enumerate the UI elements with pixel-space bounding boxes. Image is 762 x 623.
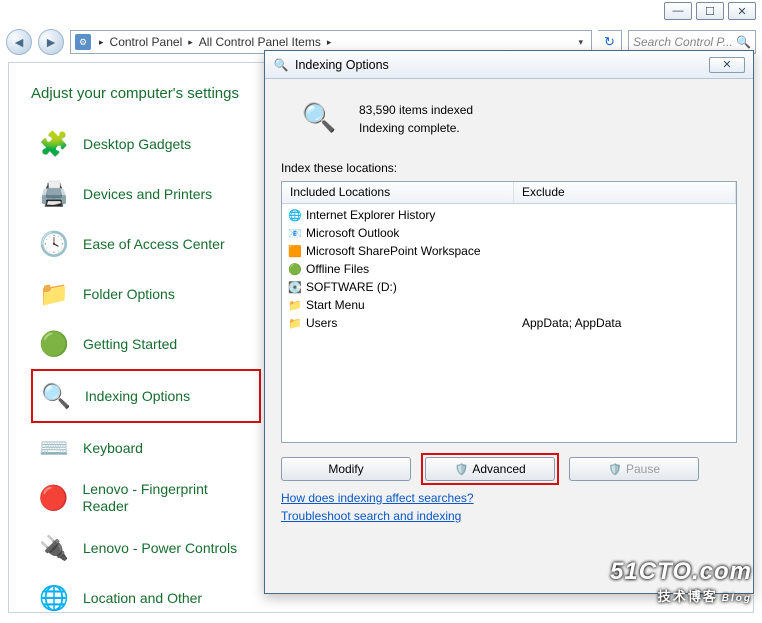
locations-list: Included Locations Exclude 🌐 Internet Exp… [281, 181, 737, 443]
cp-item-label: Desktop Gadgets [83, 136, 191, 153]
status-row: 🔍 83,590 items indexed Indexing complete… [297, 99, 737, 139]
cp-item-label: Folder Options [83, 286, 175, 303]
outlook-icon: 📧 [288, 226, 302, 240]
control-panel-item-list: 🧩 Desktop Gadgets 🖨️ Devices and Printer… [31, 119, 261, 623]
power-icon: 🔌 [37, 531, 71, 565]
loc-name: Start Menu [306, 298, 365, 312]
location-row[interactable]: 💽 SOFTWARE (D:) [282, 278, 736, 296]
location-row[interactable]: 🟧 Microsoft SharePoint Workspace [282, 242, 736, 260]
start-icon: 🟢 [37, 327, 71, 361]
maximize-button[interactable]: ☐ [696, 2, 724, 20]
modify-button[interactable]: Modify [281, 457, 411, 481]
breadcrumb-seg-2[interactable]: All Control Panel Items [195, 35, 325, 49]
dialog-title-text: Indexing Options [295, 58, 389, 72]
fingerprint-icon: 🔴 [37, 481, 71, 515]
breadcrumb-sep: ▸ [97, 37, 106, 48]
dialog-icon: 🔍 [273, 57, 289, 73]
folder-icon: 📁 [37, 277, 71, 311]
folder-icon: 📁 [288, 298, 302, 312]
cp-item-label: Getting Started [83, 336, 177, 353]
advanced-button[interactable]: 🛡️ Advanced [425, 457, 555, 481]
loc-name: Microsoft SharePoint Workspace [306, 244, 481, 258]
cp-item-devices-printers[interactable]: 🖨️ Devices and Printers [31, 169, 261, 219]
uac-shield-icon: 🛡️ [608, 462, 622, 476]
cp-item-label: Ease of Access Center [83, 236, 225, 253]
col-exclude[interactable]: Exclude [514, 182, 736, 203]
cp-item-indexing-options[interactable]: 🔍 Indexing Options [31, 369, 261, 423]
loc-name: Users [306, 316, 337, 330]
search-placeholder: Search Control P... [633, 35, 733, 49]
advanced-label: Advanced [472, 462, 525, 476]
location-row[interactable]: 🟢 Offline Files [282, 260, 736, 278]
loc-name: SOFTWARE (D:) [306, 280, 397, 294]
location-row[interactable]: 📁 Start Menu [282, 296, 736, 314]
forward-button[interactable]: ► [38, 29, 64, 55]
uac-shield-icon: 🛡️ [454, 462, 468, 476]
dialog-close-button[interactable]: ✕ [709, 57, 745, 73]
location-icon: 🌐 [37, 581, 71, 615]
control-panel-icon: ⚙ [75, 34, 91, 50]
locations-label: Index these locations: [281, 161, 737, 175]
cp-item-location[interactable]: 🌐 Location and Other [31, 573, 261, 623]
drive-icon: 💽 [288, 280, 302, 294]
locations-header: Included Locations Exclude [282, 182, 736, 204]
cp-item-folder-options[interactable]: 📁 Folder Options [31, 269, 261, 319]
cp-item-label: Indexing Options [85, 388, 190, 405]
cp-item-ease-of-access[interactable]: 🕓 Ease of Access Center [31, 219, 261, 269]
magnifier-drive-icon: 🔍 [297, 99, 341, 135]
pause-label: Pause [626, 462, 660, 476]
cp-item-label: Location and Other [83, 590, 202, 607]
pause-button: 🛡️ Pause [569, 457, 699, 481]
cp-item-label: Lenovo - Fingerprint Reader [83, 481, 256, 515]
offline-icon: 🟢 [288, 262, 302, 276]
ease-icon: 🕓 [37, 227, 71, 261]
keyboard-icon: ⌨️ [37, 431, 71, 465]
ie-icon: 🌐 [288, 208, 302, 222]
location-row[interactable]: 📁 Users AppData; AppData [282, 314, 736, 332]
parent-window-controls: — ☐ ✕ [664, 2, 756, 20]
dialog-body: 🔍 83,590 items indexed Indexing complete… [265, 79, 753, 537]
breadcrumb-seg-1[interactable]: Control Panel [106, 35, 187, 49]
cp-item-lenovo-power[interactable]: 🔌 Lenovo - Power Controls [31, 523, 261, 573]
indexing-status-text: Indexing complete. [359, 121, 473, 135]
advanced-highlight: 🛡️ Advanced [421, 453, 559, 485]
location-row[interactable]: 🌐 Internet Explorer History [282, 206, 736, 224]
items-indexed-text: 83,590 items indexed [359, 103, 473, 117]
dialog-titlebar[interactable]: 🔍 Indexing Options ✕ [265, 51, 753, 79]
status-text: 83,590 items indexed Indexing complete. [359, 99, 473, 139]
search-icon: 🔍 [736, 35, 751, 49]
back-button[interactable]: ◄ [6, 29, 32, 55]
close-button[interactable]: ✕ [728, 2, 756, 20]
cp-item-label: Devices and Printers [83, 186, 212, 203]
printer-icon: 🖨️ [37, 177, 71, 211]
minimize-button[interactable]: — [664, 2, 692, 20]
address-dropdown[interactable]: ▾ [574, 37, 587, 48]
locations-rows: 🌐 Internet Explorer History 📧 Microsoft Ou… [282, 204, 736, 334]
sharepoint-icon: 🟧 [288, 244, 302, 258]
loc-name: Internet Explorer History [306, 208, 435, 222]
gadgets-icon: 🧩 [37, 127, 71, 161]
indexing-options-dialog: 🔍 Indexing Options ✕ 🔍 83,590 items inde… [264, 50, 754, 594]
cp-item-label: Lenovo - Power Controls [83, 540, 237, 557]
loc-name: Microsoft Outlook [306, 226, 399, 240]
dialog-button-row: Modify 🛡️ Advanced 🛡️ Pause [281, 453, 737, 485]
cp-item-label: Keyboard [83, 440, 143, 457]
location-row[interactable]: 📧 Microsoft Outlook [282, 224, 736, 242]
folder-icon: 📁 [288, 316, 302, 330]
help-link-indexing[interactable]: How does indexing affect searches? [281, 491, 737, 505]
breadcrumb-sep: ▸ [186, 37, 195, 48]
loc-exclude: AppData; AppData [514, 316, 736, 330]
cp-item-keyboard[interactable]: ⌨️ Keyboard [31, 423, 261, 473]
cp-item-getting-started[interactable]: 🟢 Getting Started [31, 319, 261, 369]
col-included[interactable]: Included Locations [282, 182, 514, 203]
help-link-troubleshoot[interactable]: Troubleshoot search and indexing [281, 509, 737, 523]
cp-item-lenovo-fingerprint[interactable]: 🔴 Lenovo - Fingerprint Reader [31, 473, 261, 523]
cp-item-desktop-gadgets[interactable]: 🧩 Desktop Gadgets [31, 119, 261, 169]
index-icon: 🔍 [39, 379, 73, 413]
loc-name: Offline Files [306, 262, 369, 276]
page-heading: Adjust your computer's settings [31, 85, 239, 102]
breadcrumb-sep: ▸ [325, 37, 334, 48]
